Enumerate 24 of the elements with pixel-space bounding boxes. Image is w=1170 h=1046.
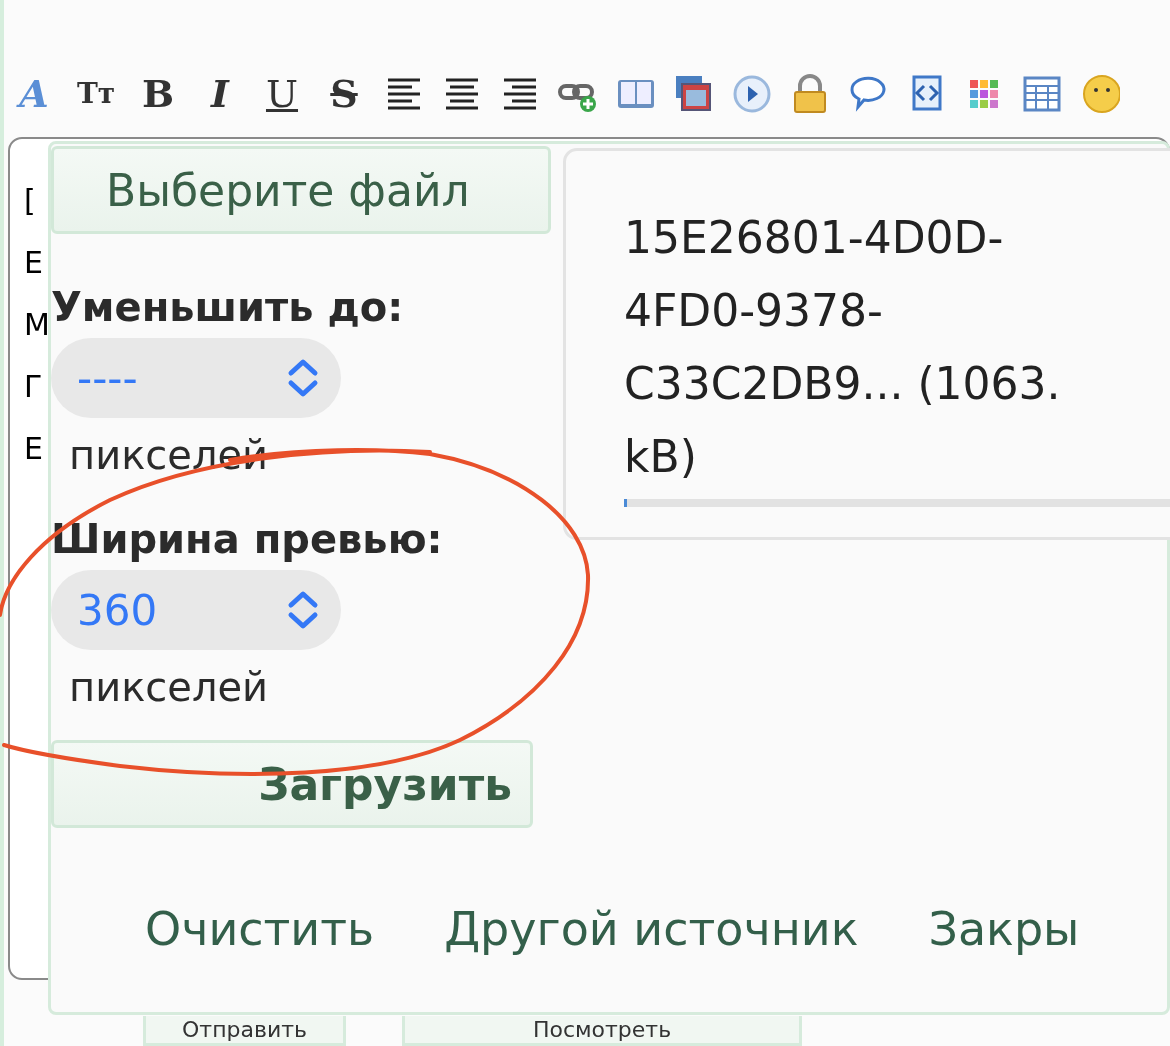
dialog-action-link[interactable]: Очистить <box>145 902 375 956</box>
bold-button[interactable]: B <box>136 72 180 116</box>
font-size-button[interactable]: Tт <box>74 72 118 116</box>
editor-text: Е <box>24 431 43 467</box>
dialog-action-link[interactable]: Закры <box>928 902 1080 956</box>
form-button[interactable]: Отправить <box>143 1016 346 1046</box>
unit-label: пикселей <box>69 663 270 712</box>
field-label: Ширина превью: <box>51 515 444 564</box>
table-icon[interactable] <box>1022 74 1062 114</box>
underline-button[interactable]: U <box>260 72 304 116</box>
upload-button[interactable]: Загрузить <box>51 740 533 828</box>
windows-icon[interactable] <box>674 74 714 114</box>
speech-bubble-icon[interactable] <box>848 74 888 114</box>
editor-text: [ <box>24 183 36 219</box>
choose-file-button[interactable]: Выберите файл <box>51 146 551 234</box>
editor-text: Г <box>24 369 43 405</box>
file-name: 15E26801-4D0D-4FD0-9378-C33C2DB9... (1063. kB) <box>624 211 1062 484</box>
editor-text: М <box>24 307 50 343</box>
strikethrough-button[interactable]: S <box>322 72 366 116</box>
dialog-action-link[interactable]: Другой источник <box>444 902 859 956</box>
editor-text: Е <box>24 245 43 281</box>
play-icon[interactable] <box>732 74 772 114</box>
field-label: Уменьшить до: <box>51 283 405 332</box>
italic-button[interactable]: I <box>198 72 242 116</box>
